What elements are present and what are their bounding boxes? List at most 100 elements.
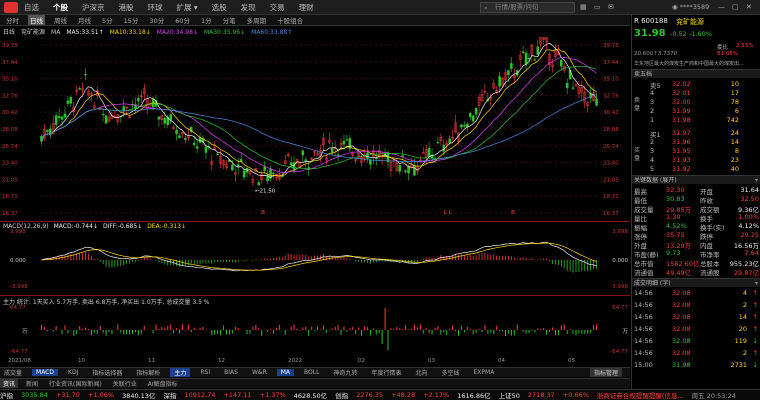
grid-icon[interactable]: ▦ bbox=[580, 3, 587, 11]
stat-value: 35.75 bbox=[666, 231, 685, 239]
indicator-tab[interactable]: 成交量 bbox=[0, 368, 26, 377]
ticker-item[interactable]: +1.37% bbox=[260, 391, 286, 399]
user-account[interactable]: ◉ ****3589 bbox=[672, 3, 709, 11]
timeframe-tab[interactable]: 分时 bbox=[4, 15, 21, 25]
ticker-item[interactable]: 3840.13亿 bbox=[122, 390, 155, 400]
candle-body bbox=[460, 124, 463, 128]
ticker-item[interactable]: 4628.50亿 bbox=[294, 390, 327, 400]
ticker-item[interactable]: +48.28 bbox=[391, 391, 415, 399]
indicator-tab[interactable]: MACD bbox=[32, 369, 59, 376]
nav-item[interactable]: 环球 bbox=[148, 2, 163, 13]
event-marker[interactable]: B bbox=[511, 210, 515, 216]
ticker-item[interactable]: +1.06% bbox=[88, 391, 114, 399]
indicator-tab[interactable]: W&R bbox=[248, 369, 271, 376]
search-input[interactable]: ⌕ 行情/股票/问句 bbox=[480, 2, 575, 13]
indicator-tab[interactable]: 指标选择器 bbox=[88, 368, 126, 377]
candle-body bbox=[57, 116, 61, 118]
ticker-item[interactable]: +147.11 bbox=[223, 391, 251, 399]
info-tab[interactable]: 行业资讯(国际新闻) bbox=[46, 379, 105, 388]
deal-detail-title[interactable]: 成交明细 (字) ▾ bbox=[632, 278, 760, 287]
event-marker[interactable]: L L bbox=[444, 210, 453, 216]
price-tick-right: 37.44 bbox=[603, 60, 619, 66]
candlestick-pane[interactable]: 39.78 39.78 37.44 37.44 35.10 35.10 32.76 32.76… bbox=[0, 27, 630, 219]
nav-item[interactable]: 发现 bbox=[241, 2, 256, 13]
indicator-manage-button[interactable]: 指标管理 bbox=[589, 368, 622, 377]
deal-row: 14:56 32.08 2 ↑ bbox=[632, 301, 760, 310]
close-icon[interactable]: ✕ bbox=[746, 3, 752, 11]
info-tab[interactable]: 关联行业 bbox=[110, 379, 140, 388]
timeframe-tab[interactable]: 5分 bbox=[100, 15, 115, 25]
order-book-row: 2 31.96 14 bbox=[632, 138, 760, 147]
nav-item[interactable]: 自选 bbox=[24, 2, 39, 13]
ticker-item[interactable]: 沪指 bbox=[0, 390, 13, 400]
order-book-row: 4 31.93 23 bbox=[632, 156, 760, 165]
indicator-tab[interactable]: MA bbox=[276, 369, 295, 376]
indicator-tab[interactable]: RSI bbox=[196, 369, 214, 376]
ticker-item[interactable]: 10912.74 bbox=[184, 391, 215, 399]
info-tab[interactable]: 资讯 bbox=[0, 379, 19, 388]
timeframe-tab[interactable]: 日线 bbox=[28, 15, 45, 25]
timeframe-tab[interactable]: 周线 bbox=[52, 15, 69, 25]
timeframe-tab[interactable]: 分笔 bbox=[221, 15, 238, 25]
price-tick-right: 25.74 bbox=[603, 144, 619, 150]
nav-item[interactable]: 沪深京 bbox=[82, 2, 105, 13]
timeframe-tab[interactable]: 30分 bbox=[147, 15, 166, 25]
nav-item[interactable]: 个股 bbox=[53, 2, 68, 13]
ticker-item[interactable]: 上证50 bbox=[499, 390, 520, 400]
timeframe-tab[interactable]: 多周期 bbox=[245, 15, 269, 25]
ticker-item[interactable]: +0.66% bbox=[563, 391, 589, 399]
event-marker[interactable]: B bbox=[261, 210, 265, 216]
ticker-item[interactable]: 2276.35 bbox=[356, 391, 383, 399]
indicator-tab[interactable]: BIAS bbox=[220, 369, 242, 376]
info-tab[interactable]: AI解盘指标 bbox=[145, 379, 181, 388]
ticker-item[interactable]: +2.17% bbox=[423, 391, 449, 399]
flow-y-top: 64.77 bbox=[10, 305, 26, 311]
nav-item[interactable]: 交易 bbox=[270, 2, 285, 13]
ticker-item[interactable]: 2718.37 bbox=[528, 391, 555, 399]
timeframe-tab[interactable]: 月线 bbox=[76, 15, 93, 25]
indicator-tab[interactable]: 主力 bbox=[170, 368, 191, 377]
indicator-tab[interactable]: 年度行情表 bbox=[367, 368, 405, 377]
date-axis: 2021/08 10 11 12 2022 02 03 04 05 bbox=[0, 357, 630, 366]
macd-y-mid-r: 0.000 bbox=[612, 258, 628, 264]
price-tick: 28.08 bbox=[2, 127, 18, 133]
ticker-item[interactable]: 创指 bbox=[335, 390, 348, 400]
timeframe-tab[interactable]: 十股组合 bbox=[275, 15, 305, 25]
indicator-tab[interactable]: KDJ bbox=[64, 369, 82, 376]
nav-item[interactable]: 港股 bbox=[119, 2, 134, 13]
indicator-tab[interactable]: 多空线 bbox=[437, 368, 463, 377]
timeframe-tab[interactable]: 60分 bbox=[173, 15, 192, 25]
deal-volume: 14 bbox=[738, 313, 747, 321]
deal-price: 32.08 bbox=[672, 313, 691, 321]
ticker-item[interactable]: 3035.84 bbox=[21, 391, 48, 399]
nav-item[interactable]: 理财 bbox=[299, 2, 314, 13]
indicator-tab[interactable]: BOLL bbox=[300, 369, 323, 376]
stat-value: 30.83 bbox=[666, 195, 685, 203]
macd-pane[interactable]: MACD(12,26,9) MACD:-0.744↓ DIFF:-0.685↓ DEA… bbox=[0, 221, 630, 293]
nav-item[interactable]: 选股 bbox=[212, 2, 227, 13]
timeframe-tab[interactable]: 1分 bbox=[199, 15, 214, 25]
mail-icon[interactable]: ✉ bbox=[608, 3, 614, 11]
ticker-item[interactable]: 浙商证券合规提醒提醒(信息... bbox=[597, 390, 684, 400]
ticker-item[interactable]: 1616.86亿 bbox=[457, 390, 490, 400]
indicator-tab[interactable]: 指标解析 bbox=[132, 368, 164, 377]
flow-label: 主力 统计: 1天买入 5.7万手, 卖出 6.8万手, 净买出 1.0万手, … bbox=[3, 299, 210, 306]
book-volume: 17 bbox=[730, 89, 739, 97]
maximize-icon[interactable]: ▢ bbox=[732, 3, 739, 11]
ticker-item[interactable]: 周五 20:53:24 bbox=[692, 390, 736, 400]
timeframe-tab[interactable]: 15分 bbox=[122, 15, 141, 25]
macd-y-top: 3.998 bbox=[10, 229, 26, 235]
monitor-icon[interactable]: ▭ bbox=[594, 3, 601, 11]
candle-body bbox=[231, 164, 234, 171]
indicator-tab[interactable]: 神奇九转 bbox=[329, 368, 361, 377]
ticker-item[interactable]: 深指 bbox=[163, 390, 176, 400]
info-tab[interactable]: 新闻 bbox=[23, 379, 41, 388]
nav-item[interactable]: 扩展 ▾ bbox=[177, 2, 198, 13]
minimize-icon[interactable]: — bbox=[718, 3, 725, 11]
ticker-item[interactable]: +31.70 bbox=[56, 391, 80, 399]
key-data-title[interactable]: 关键数据 (展开) ▾ bbox=[632, 175, 760, 184]
candle-body bbox=[366, 152, 369, 159]
indicator-tab[interactable]: 北向 bbox=[411, 368, 431, 377]
deal-direction-icon: ↑ bbox=[752, 349, 758, 357]
indicator-tab[interactable]: EXPMA bbox=[470, 369, 499, 376]
